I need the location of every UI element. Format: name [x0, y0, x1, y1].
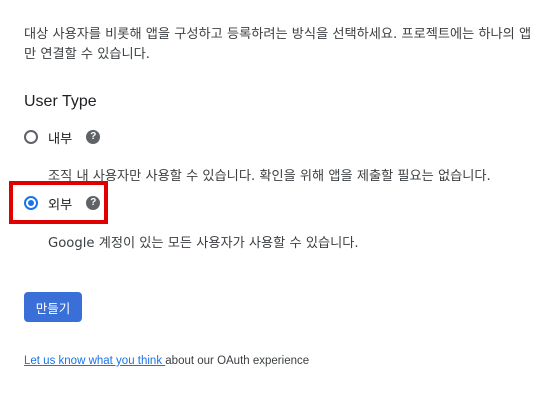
- intro-text: 대상 사용자를 비롯해 앱을 구성하고 등록하려는 방식을 선택하세요. 프로젝…: [24, 27, 532, 62]
- feedback-link[interactable]: Let us know what you think: [24, 355, 165, 367]
- user-type-heading: User Type: [24, 93, 97, 110]
- help-circle-icon[interactable]: ?: [86, 130, 101, 144]
- feedback-trailing-text: about our OAuth experience: [165, 355, 310, 367]
- radio-internal[interactable]: [24, 130, 38, 144]
- option-external-description: Google 계정이 있는 모든 사용자가 사용할 수 있습니다.: [48, 236, 359, 251]
- option-internal-description: 조직 내 사용자만 사용할 수 있습니다. 확인을 위해 앱을 제출할 필요는 …: [48, 169, 491, 184]
- feedback-line: Let us know what you think about our OAu…: [24, 355, 309, 367]
- option-internal[interactable]: 내부 ?: [24, 126, 101, 148]
- highlight-annotation-box: [9, 181, 108, 224]
- create-button[interactable]: 만들기: [24, 292, 82, 322]
- option-internal-label: 내부: [48, 131, 73, 147]
